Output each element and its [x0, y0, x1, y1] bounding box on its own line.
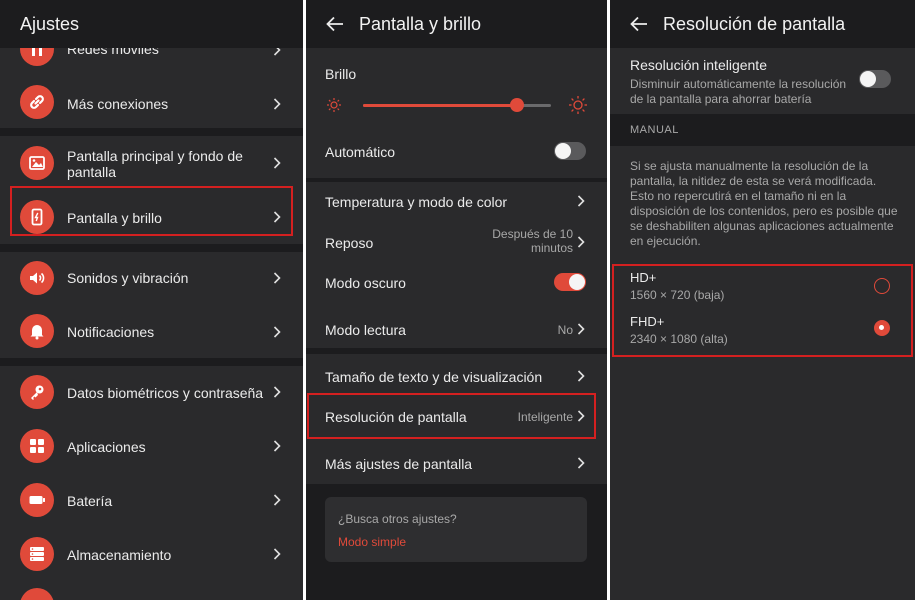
storage-icon — [20, 537, 54, 571]
smart-resolution-description: Disminuir automáticamente la resolución d… — [630, 77, 847, 106]
resolution-header: Resolución de pantalla — [610, 0, 915, 48]
sidebar-item-label: Más conexiones — [67, 96, 169, 112]
screenshot-stage: Ajustes Redes móviles Más conexiones Pan… — [0, 0, 915, 600]
selection-highlight — [10, 186, 293, 236]
brightness-slider[interactable] — [363, 98, 551, 112]
chevron-right-icon — [577, 370, 585, 382]
page-title: Pantalla y brillo — [359, 14, 482, 34]
chevron-right-icon — [273, 326, 281, 338]
reading-mode-label: Modo lectura — [325, 322, 406, 338]
sidebar-item-label: Notificaciones — [67, 324, 155, 340]
auto-brightness-row[interactable]: Automático — [306, 132, 607, 172]
dark-mode-label: Modo oscuro — [325, 275, 406, 291]
reading-mode-item[interactable]: Modo lectura No — [306, 310, 607, 348]
settings-item-biometrics-password[interactable]: Datos biométricos y contraseña — [0, 366, 303, 418]
settings-item-sound-vibration[interactable]: Sonidos y vibración — [0, 252, 303, 304]
brightness-slider-fill — [363, 104, 518, 107]
text-size-item[interactable]: Tamaño de texto y de visualización — [306, 356, 607, 396]
more-display-settings-label: Más ajustes de pantalla — [325, 456, 473, 472]
chevron-right-icon — [273, 548, 281, 560]
sidebar-item-label: Pantalla principal y fondo de pantalla — [67, 148, 243, 180]
smart-resolution-card: Resolución inteligente Disminuir automát… — [610, 48, 915, 114]
speaker-icon — [20, 261, 54, 295]
settings-panel: Ajustes Redes móviles Más conexiones Pan… — [0, 0, 303, 600]
settings-item-notifications[interactable]: Notificaciones — [0, 306, 303, 358]
screen-resolution-panel: Resolución de pantalla Resolución inteli… — [610, 0, 915, 600]
reading-mode-value: No — [557, 323, 573, 337]
settings-item-battery[interactable]: Batería — [0, 474, 303, 526]
apps-grid-icon — [20, 429, 54, 463]
bell-icon — [20, 314, 54, 348]
manual-section-header: MANUAL — [630, 124, 679, 136]
settings-item-storage[interactable]: Almacenamiento — [0, 528, 303, 580]
sleep-label: Reposo — [325, 235, 374, 251]
simple-mode-link[interactable]: Modo simple — [338, 535, 406, 549]
back-arrow-icon[interactable] — [324, 13, 346, 35]
selection-highlight — [307, 393, 596, 439]
more-display-settings-item[interactable]: Más ajustes de pantalla — [306, 442, 607, 484]
settings-card-system: Datos biométricos y contraseña Aplicacio… — [0, 366, 303, 600]
chevron-right-icon — [273, 440, 281, 452]
sun-high-icon — [569, 96, 587, 114]
dark-mode-toggle[interactable] — [554, 273, 586, 291]
auto-brightness-toggle[interactable] — [554, 142, 586, 160]
page-title: Ajustes — [20, 14, 80, 34]
sidebar-item-label: Aplicaciones — [67, 439, 146, 455]
key-icon — [20, 375, 54, 409]
selection-highlight — [612, 264, 913, 357]
chevron-right-icon — [273, 157, 281, 169]
brightness-card: Brillo Automático — [306, 48, 607, 178]
search-prompt: ¿Busca otros ajustes? — [338, 512, 457, 526]
auto-brightness-label: Automático — [325, 144, 396, 160]
page-title: Resolución de pantalla — [663, 14, 846, 34]
chevron-right-icon — [273, 272, 281, 284]
wallpaper-icon — [20, 146, 54, 180]
manual-resolution-card: Si se ajusta manualmente la resolución d… — [610, 146, 915, 600]
sun-low-icon — [327, 98, 341, 112]
sidebar-item-label: Batería — [67, 493, 113, 509]
smart-resolution-toggle[interactable] — [859, 70, 891, 88]
chevron-right-icon — [577, 195, 585, 207]
chevron-right-icon — [273, 98, 281, 110]
settings-item-home-wallpaper[interactable]: Pantalla principal y fondo de pantalla — [0, 136, 303, 190]
brightness-label: Brillo — [325, 66, 357, 82]
chevron-right-icon — [273, 494, 281, 506]
sidebar-item-label: Almacenamiento — [67, 547, 172, 563]
sidebar-item-label: Sonidos y vibración — [67, 270, 189, 286]
chevron-right-icon — [577, 323, 585, 335]
reading-mode-card: Modo lectura No — [306, 310, 607, 348]
settings-item-apps[interactable]: Aplicaciones — [0, 420, 303, 472]
battery-icon — [20, 483, 54, 517]
settings-header: Ajustes — [0, 0, 303, 48]
text-size-label: Tamaño de texto y de visualización — [325, 369, 543, 385]
smart-resolution-label: Resolución inteligente — [630, 57, 767, 73]
brightness-slider-thumb[interactable] — [510, 98, 525, 112]
back-arrow-icon[interactable] — [628, 13, 650, 35]
sleep-item[interactable]: Reposo Después de 10 minutos — [306, 222, 607, 262]
chevron-right-icon — [577, 457, 585, 469]
sidebar-item-label: Datos biométricos y contraseña — [67, 385, 264, 401]
chevron-right-icon — [273, 386, 281, 398]
display-header: Pantalla y brillo — [306, 0, 607, 48]
smart-resolution-row[interactable]: Resolución inteligente Disminuir automát… — [610, 48, 915, 114]
settings-card-sound: Sonidos y vibración Notificaciones — [0, 252, 303, 358]
color-temperature-item[interactable]: Temperatura y modo de color — [306, 182, 607, 220]
dark-mode-row[interactable]: Modo oscuro — [306, 264, 607, 300]
search-settings-card: ¿Busca otros ajustes? Modo simple — [325, 497, 587, 562]
link-icon — [20, 85, 54, 119]
manual-description: Si se ajusta manualmente la resolución d… — [630, 159, 898, 248]
settings-item-more-connections[interactable]: Más conexiones — [0, 82, 303, 128]
sleep-value: Después de 10 minutos — [492, 227, 573, 255]
color-temperature-label: Temperatura y modo de color — [325, 194, 508, 210]
display-brightness-panel: Pantalla y brillo Brillo Automático Temp… — [306, 0, 607, 600]
chevron-right-icon — [577, 236, 585, 248]
partial-next-item-icon — [20, 588, 54, 600]
